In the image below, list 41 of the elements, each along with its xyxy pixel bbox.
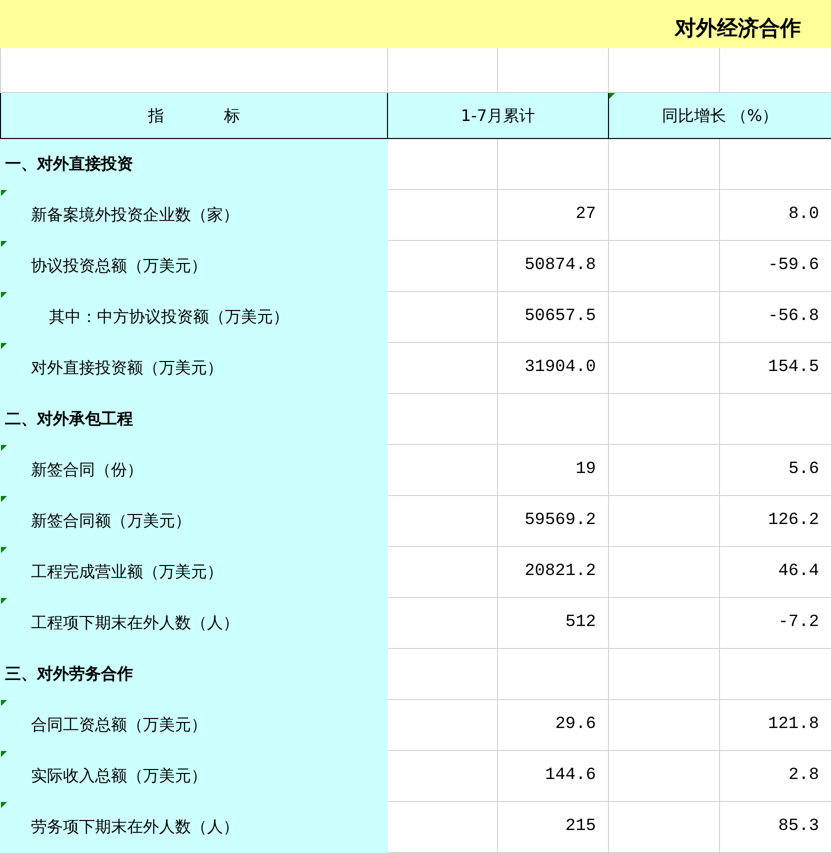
table-cell: 19: [576, 460, 596, 480]
row-label: 新签合同（份）: [30, 460, 143, 479]
row-label: 实际收入总额（万美元）: [30, 766, 207, 785]
row-label: 其中：中方协议投资额（万美元）: [48, 307, 289, 326]
table-cell: 121.8: [768, 715, 820, 734]
table-cell: 50874.8: [524, 256, 596, 276]
section-heading: 二、对外承包工程: [4, 409, 133, 428]
table-cell: 27: [576, 205, 596, 224]
row-label: 新备案境外投资企业数（家）: [30, 205, 239, 224]
row-label: 新签合同额（万美元）: [30, 511, 191, 530]
row-label: 合同工资总额（万美元）: [30, 715, 207, 734]
section-heading: 三、对外劳务合作: [4, 664, 133, 683]
table-cell: 31904.0: [524, 358, 596, 378]
table-cell: 5.6: [788, 460, 820, 480]
table-cell: 85.3: [778, 817, 820, 836]
table-cell: 215: [565, 817, 596, 836]
table-cell: -59.6: [768, 256, 820, 276]
table-cell: 2.8: [788, 766, 820, 786]
row-label: 工程完成营业额（万美元）: [30, 562, 223, 581]
table-cell: -7.2: [778, 613, 820, 632]
table-cell: -56.8: [768, 307, 820, 326]
table-cell: 50657.5: [524, 307, 596, 326]
column-header: 同比增长 （%）: [662, 106, 778, 124]
column-header: 1-7月累计: [460, 106, 536, 124]
column-header: 指: [148, 106, 164, 124]
table-cell: 126.2: [768, 511, 820, 530]
table-cell: 20821.2: [524, 562, 596, 582]
table-cell: 59569.2: [524, 511, 596, 530]
section-heading: 一、对外直接投资: [4, 154, 133, 173]
table-cell: 46.4: [778, 562, 820, 582]
row-label: 协议投资总额（万美元）: [30, 256, 207, 275]
row-label: 对外直接投资额（万美元）: [30, 358, 223, 377]
row-label: 劳务项下期末在外人数（人）: [30, 817, 239, 836]
row-label: 工程项下期末在外人数（人）: [30, 613, 239, 632]
table-cell: 144.6: [544, 766, 596, 786]
table-cell: 8.0: [788, 205, 820, 224]
sheet-title: 对外经济合作: [675, 15, 802, 42]
table-cell: 29.6: [555, 715, 596, 734]
table-cell: 512: [565, 613, 596, 632]
column-header: 标: [224, 106, 240, 124]
table-cell: 154.5: [768, 358, 820, 378]
